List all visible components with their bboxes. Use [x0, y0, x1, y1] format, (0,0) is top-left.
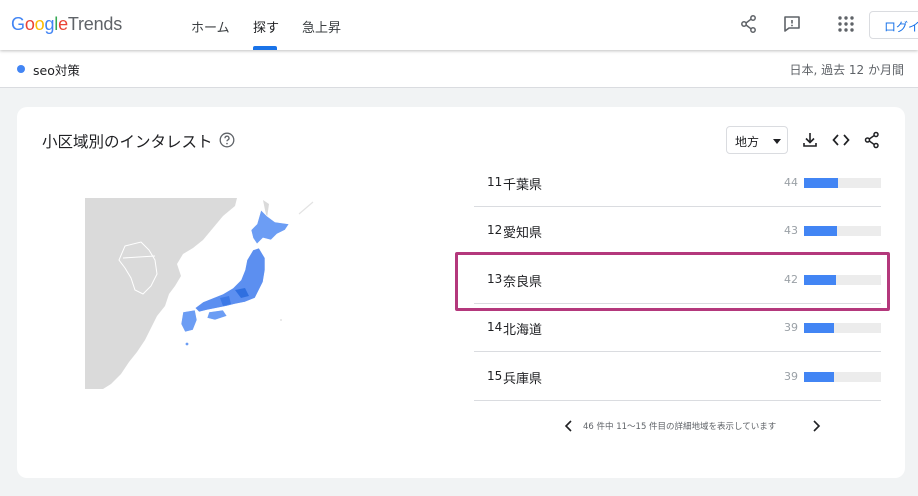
region-name[interactable]: 兵庫県 — [503, 368, 542, 387]
card-title: 小区域別のインタレスト — [42, 133, 213, 151]
japan-region-map[interactable] — [85, 198, 318, 389]
term-color-dot — [17, 65, 25, 73]
logo-trends-text: Trends — [67, 14, 123, 34]
active-tab-indicator — [253, 46, 277, 50]
chevron-left-icon[interactable] — [563, 419, 575, 433]
interest-value: 39 — [784, 321, 798, 334]
feedback-icon[interactable] — [782, 14, 802, 34]
resolution-select[interactable]: 地方 — [726, 126, 788, 154]
apps-grid-icon[interactable] — [836, 14, 856, 34]
table-row[interactable]: 12 愛知県 43 — [474, 207, 881, 255]
tab-trending[interactable]: 急上昇 — [302, 17, 341, 36]
pagination-status: 46 件中 11〜15 件目の詳細地域を表示しています — [583, 422, 777, 432]
region-name[interactable]: 愛知県 — [503, 222, 542, 241]
chevron-down-icon — [773, 139, 781, 144]
login-button[interactable]: ログイ — [869, 11, 918, 39]
row-rank: 15 — [487, 369, 503, 383]
help-icon[interactable] — [219, 132, 235, 148]
search-term[interactable]: seo対策 — [33, 60, 80, 79]
chevron-right-icon[interactable] — [810, 419, 822, 433]
interest-value: 43 — [784, 224, 798, 237]
table-row[interactable]: 14 北海道 39 — [474, 304, 881, 352]
interest-by-subregion-card: 小区域別のインタレスト 地方 11 千葉県 44 12 愛知県 43 13 奈良… — [17, 107, 905, 478]
google-trends-logo[interactable]: GoogleTrends — [11, 14, 122, 35]
row-rank: 14 — [487, 320, 503, 334]
tab-explore[interactable]: 探す — [253, 17, 279, 36]
interest-bar-fill — [804, 226, 838, 236]
interest-bar-track — [804, 372, 881, 382]
interest-bar-track — [804, 226, 881, 236]
mainland-landmass — [85, 198, 237, 389]
region-name[interactable]: 北海道 — [503, 319, 542, 338]
pagination: 46 件中 11〜15 件目の詳細地域を表示しています — [557, 417, 821, 437]
highlight-box — [455, 252, 890, 311]
download-icon[interactable] — [801, 131, 819, 149]
interest-value: 44 — [784, 176, 798, 189]
resolution-select-value: 地方 — [735, 135, 760, 149]
hokkaido-region — [250, 209, 290, 245]
query-bar: seo対策 日本, 過去 12 か月間 — [0, 50, 918, 88]
interest-bar-track — [804, 323, 881, 333]
embed-icon[interactable] — [832, 131, 850, 149]
interest-bar-fill — [804, 178, 838, 188]
tab-home[interactable]: ホーム — [191, 17, 230, 36]
share-icon[interactable] — [863, 131, 881, 149]
shikoku-region — [206, 309, 228, 321]
table-row[interactable]: 11 千葉県 44 — [474, 159, 881, 207]
interest-bar-fill — [804, 372, 835, 382]
row-rank: 11 — [487, 175, 503, 189]
interest-value: 39 — [784, 370, 798, 383]
top-app-bar: GoogleTrends ホーム 探す 急上昇 ログイ — [0, 0, 918, 50]
interest-bar-track — [804, 178, 881, 188]
row-rank: 12 — [487, 223, 503, 237]
region-name[interactable]: 千葉県 — [503, 174, 542, 193]
share-icon[interactable] — [739, 14, 759, 34]
interest-bar-fill — [804, 323, 835, 333]
scope-summary[interactable]: 日本, 過去 12 か月間 — [789, 61, 904, 78]
table-row[interactable]: 15 兵庫県 39 — [474, 353, 881, 401]
kyushu-region — [180, 309, 198, 333]
